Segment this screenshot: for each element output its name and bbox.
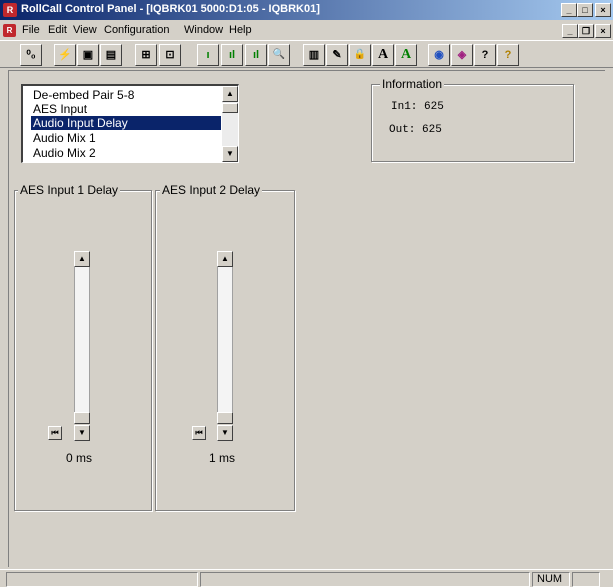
globe-icon[interactable]: ◉ xyxy=(428,44,450,66)
info-in1: In1: 625 xyxy=(391,101,444,113)
eraser-icon[interactable]: ◈ xyxy=(451,44,473,66)
rollcall-logo-icon: R xyxy=(3,3,17,17)
slider2-reset-icon[interactable]: ⏮ xyxy=(192,426,206,440)
book-icon[interactable]: ▥ xyxy=(303,44,325,66)
slider1-value: 0 ms xyxy=(66,451,93,465)
aes-input1-delay-title: AES Input 1 Delay xyxy=(18,183,121,197)
menu-view[interactable]: View xyxy=(73,24,97,36)
scroll-down-icon[interactable]: ▼ xyxy=(222,146,238,162)
lock-icon[interactable]: 🔒 xyxy=(349,44,371,66)
slider1-up-icon[interactable]: ▲ xyxy=(74,251,90,267)
title-bar[interactable]: R RollCall Control Panel - [IQBRK01 5000… xyxy=(0,0,613,20)
aes-input2-delay-title: AES Input 2 Delay xyxy=(160,183,263,197)
status-num: NUM xyxy=(532,572,570,587)
slider2-up-icon[interactable]: ▲ xyxy=(217,251,233,267)
status-pane-main xyxy=(6,572,198,587)
information-group xyxy=(371,84,574,162)
slider1-thumb[interactable] xyxy=(74,412,90,424)
menu-window[interactable]: Window xyxy=(184,24,223,36)
minimize-button[interactable]: _ xyxy=(561,3,577,17)
slider2-value: 1 ms xyxy=(209,451,236,465)
list-item[interactable]: Audio Mix 1 xyxy=(31,131,221,145)
help-context-icon[interactable]: ? xyxy=(474,44,496,66)
slider2-thumb[interactable] xyxy=(217,412,233,424)
edit-icon[interactable]: ✎ xyxy=(326,44,348,66)
document-icon[interactable]: R xyxy=(3,24,16,37)
scroll-thumb[interactable] xyxy=(222,103,238,113)
slider2-track[interactable] xyxy=(217,267,233,412)
status-pane-info xyxy=(200,572,530,587)
network-icon[interactable]: ⊞ xyxy=(135,44,157,66)
list-item[interactable]: De-embed Pair 5-8 xyxy=(31,88,221,102)
menu-file[interactable]: File xyxy=(22,24,40,36)
scroll-up-icon[interactable]: ▲ xyxy=(222,86,238,102)
help-icon[interactable]: ? xyxy=(497,44,519,66)
slider1-down-icon[interactable]: ▼ xyxy=(74,425,90,441)
connect-icon[interactable]: ⁰₀ xyxy=(20,44,42,66)
slider1-track[interactable] xyxy=(74,267,90,412)
level-high-icon[interactable]: ıl xyxy=(245,44,267,66)
slider1-reset-icon[interactable]: ⏮ xyxy=(48,426,62,440)
menu-configuration[interactable]: Configuration xyxy=(104,24,169,36)
slider2-down-icon[interactable]: ▼ xyxy=(217,425,233,441)
list-item[interactable]: AES Input xyxy=(31,102,221,116)
info-out: Out: 625 xyxy=(389,124,442,136)
flash-icon[interactable]: ⚡ xyxy=(54,44,76,66)
menu-help[interactable]: Help xyxy=(229,24,252,36)
list-item-selected[interactable]: Audio Input Delay xyxy=(31,116,221,130)
window-title: RollCall Control Panel - [IQBRK01 5000:D… xyxy=(21,3,320,15)
save-icon[interactable]: ▣ xyxy=(77,44,99,66)
close-button[interactable]: × xyxy=(595,3,611,17)
level-mid-icon[interactable]: ıl xyxy=(221,44,243,66)
font-a-green-icon[interactable]: A xyxy=(395,44,417,66)
restore-button[interactable]: □ xyxy=(577,3,593,17)
toolbar: ⁰₀ ⚡ ▣ ▤ ⊞ ⊡ ı ıl ıl 🔍 ▥ ✎ 🔒 A A ◉ ◈ ? ? xyxy=(0,40,613,68)
doc-minimize-button[interactable]: _ xyxy=(562,24,578,38)
save-all-icon[interactable]: ▤ xyxy=(100,44,122,66)
network-node-icon[interactable]: ⊡ xyxy=(159,44,181,66)
menu-edit[interactable]: Edit xyxy=(48,24,67,36)
function-listbox[interactable]: De-embed Pair 5-8 AES Input Audio Input … xyxy=(21,84,239,163)
font-a-icon[interactable]: A xyxy=(372,44,394,66)
search-icon[interactable]: 🔍 xyxy=(268,44,290,66)
doc-restore-button[interactable]: ❐ xyxy=(578,24,594,38)
level-low-icon[interactable]: ı xyxy=(197,44,219,66)
doc-close-button[interactable]: × xyxy=(595,24,611,38)
information-title: Information xyxy=(380,77,445,91)
list-item[interactable]: Audio Mix 2 xyxy=(31,146,221,160)
menu-bar: R File Edit View Configuration Window He… xyxy=(0,21,613,40)
status-pane-extra xyxy=(572,572,600,587)
listbox-scrollbar[interactable]: ▲ ▼ xyxy=(222,86,238,162)
status-bar: NUM xyxy=(0,569,613,587)
